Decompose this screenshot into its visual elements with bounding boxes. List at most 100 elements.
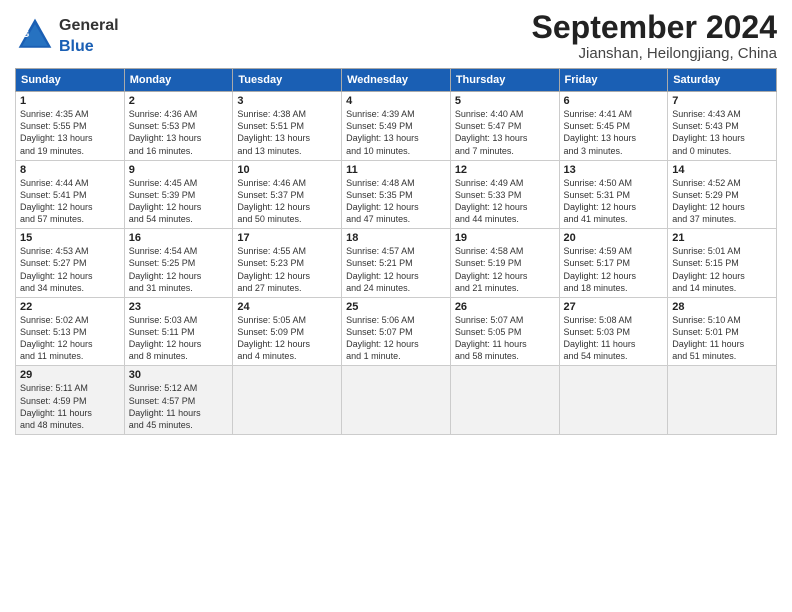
day-info: Sunrise: 4:52 AM Sunset: 5:29 PM Dayligh… <box>672 177 772 226</box>
day-number: 14 <box>672 164 772 176</box>
day-info: Sunrise: 4:36 AM Sunset: 5:53 PM Dayligh… <box>129 108 229 157</box>
day-info: Sunrise: 4:53 AM Sunset: 5:27 PM Dayligh… <box>20 245 120 294</box>
day-info: Sunrise: 4:50 AM Sunset: 5:31 PM Dayligh… <box>564 177 664 226</box>
logo: G General Blue <box>15 14 119 56</box>
day-number: 8 <box>20 164 120 176</box>
table-row: 8Sunrise: 4:44 AM Sunset: 5:41 PM Daylig… <box>16 160 125 229</box>
table-row: 3Sunrise: 4:38 AM Sunset: 5:51 PM Daylig… <box>233 92 342 161</box>
table-row: 9Sunrise: 4:45 AM Sunset: 5:39 PM Daylig… <box>124 160 233 229</box>
day-info: Sunrise: 4:46 AM Sunset: 5:37 PM Dayligh… <box>237 177 337 226</box>
table-row: 18Sunrise: 4:57 AM Sunset: 5:21 PM Dayli… <box>342 229 451 298</box>
day-number: 23 <box>129 301 229 313</box>
table-row: 19Sunrise: 4:58 AM Sunset: 5:19 PM Dayli… <box>450 229 559 298</box>
day-info: Sunrise: 5:05 AM Sunset: 5:09 PM Dayligh… <box>237 314 337 363</box>
day-info: Sunrise: 4:49 AM Sunset: 5:33 PM Dayligh… <box>455 177 555 226</box>
day-number: 27 <box>564 301 664 313</box>
table-row: 7Sunrise: 4:43 AM Sunset: 5:43 PM Daylig… <box>668 92 777 161</box>
table-row: 5Sunrise: 4:40 AM Sunset: 5:47 PM Daylig… <box>450 92 559 161</box>
table-row: 24Sunrise: 5:05 AM Sunset: 5:09 PM Dayli… <box>233 297 342 366</box>
day-number: 18 <box>346 232 446 244</box>
table-row: 11Sunrise: 4:48 AM Sunset: 5:35 PM Dayli… <box>342 160 451 229</box>
day-info: Sunrise: 4:35 AM Sunset: 5:55 PM Dayligh… <box>20 108 120 157</box>
page: G General Blue September 2024 Jianshan, … <box>0 0 792 612</box>
day-info: Sunrise: 5:03 AM Sunset: 5:11 PM Dayligh… <box>129 314 229 363</box>
day-number: 28 <box>672 301 772 313</box>
table-row: 14Sunrise: 4:52 AM Sunset: 5:29 PM Dayli… <box>668 160 777 229</box>
header-thursday: Thursday <box>450 69 559 92</box>
header-monday: Monday <box>124 69 233 92</box>
table-row: 26Sunrise: 5:07 AM Sunset: 5:05 PM Dayli… <box>450 297 559 366</box>
day-info: Sunrise: 4:44 AM Sunset: 5:41 PM Dayligh… <box>20 177 120 226</box>
table-row: 30Sunrise: 5:12 AM Sunset: 4:57 PM Dayli… <box>124 366 233 435</box>
day-info: Sunrise: 4:40 AM Sunset: 5:47 PM Dayligh… <box>455 108 555 157</box>
table-row: 25Sunrise: 5:06 AM Sunset: 5:07 PM Dayli… <box>342 297 451 366</box>
day-number: 26 <box>455 301 555 313</box>
day-info: Sunrise: 4:57 AM Sunset: 5:21 PM Dayligh… <box>346 245 446 294</box>
day-info: Sunrise: 5:11 AM Sunset: 4:59 PM Dayligh… <box>20 382 120 431</box>
day-number: 25 <box>346 301 446 313</box>
day-number: 17 <box>237 232 337 244</box>
day-number: 9 <box>129 164 229 176</box>
day-number: 7 <box>672 95 772 107</box>
table-row: 16Sunrise: 4:54 AM Sunset: 5:25 PM Dayli… <box>124 229 233 298</box>
table-row: 27Sunrise: 5:08 AM Sunset: 5:03 PM Dayli… <box>559 297 668 366</box>
day-number: 22 <box>20 301 120 313</box>
logo-blue: Blue <box>59 38 94 55</box>
svg-text:G: G <box>22 29 29 39</box>
weekday-header-row: Sunday Monday Tuesday Wednesday Thursday… <box>16 69 777 92</box>
day-info: Sunrise: 4:58 AM Sunset: 5:19 PM Dayligh… <box>455 245 555 294</box>
location: Jianshan, Heilongjiang, China <box>532 45 777 62</box>
header-tuesday: Tuesday <box>233 69 342 92</box>
day-number: 15 <box>20 232 120 244</box>
day-number: 12 <box>455 164 555 176</box>
table-row <box>233 366 342 435</box>
logo-general: General <box>59 17 119 34</box>
day-number: 24 <box>237 301 337 313</box>
table-row: 13Sunrise: 4:50 AM Sunset: 5:31 PM Dayli… <box>559 160 668 229</box>
calendar-table: Sunday Monday Tuesday Wednesday Thursday… <box>15 68 777 435</box>
day-info: Sunrise: 4:41 AM Sunset: 5:45 PM Dayligh… <box>564 108 664 157</box>
table-row: 10Sunrise: 4:46 AM Sunset: 5:37 PM Dayli… <box>233 160 342 229</box>
day-number: 6 <box>564 95 664 107</box>
table-row: 17Sunrise: 4:55 AM Sunset: 5:23 PM Dayli… <box>233 229 342 298</box>
table-row: 6Sunrise: 4:41 AM Sunset: 5:45 PM Daylig… <box>559 92 668 161</box>
day-info: Sunrise: 5:10 AM Sunset: 5:01 PM Dayligh… <box>672 314 772 363</box>
day-info: Sunrise: 4:43 AM Sunset: 5:43 PM Dayligh… <box>672 108 772 157</box>
header-sunday: Sunday <box>16 69 125 92</box>
table-row: 20Sunrise: 4:59 AM Sunset: 5:17 PM Dayli… <box>559 229 668 298</box>
header-wednesday: Wednesday <box>342 69 451 92</box>
day-number: 10 <box>237 164 337 176</box>
day-info: Sunrise: 5:02 AM Sunset: 5:13 PM Dayligh… <box>20 314 120 363</box>
table-row: 4Sunrise: 4:39 AM Sunset: 5:49 PM Daylig… <box>342 92 451 161</box>
day-number: 4 <box>346 95 446 107</box>
table-row: 22Sunrise: 5:02 AM Sunset: 5:13 PM Dayli… <box>16 297 125 366</box>
day-number: 30 <box>129 369 229 381</box>
table-row: 12Sunrise: 4:49 AM Sunset: 5:33 PM Dayli… <box>450 160 559 229</box>
table-row <box>450 366 559 435</box>
day-number: 21 <box>672 232 772 244</box>
day-info: Sunrise: 5:07 AM Sunset: 5:05 PM Dayligh… <box>455 314 555 363</box>
table-row: 23Sunrise: 5:03 AM Sunset: 5:11 PM Dayli… <box>124 297 233 366</box>
table-row <box>342 366 451 435</box>
day-info: Sunrise: 5:08 AM Sunset: 5:03 PM Dayligh… <box>564 314 664 363</box>
table-row: 21Sunrise: 5:01 AM Sunset: 5:15 PM Dayli… <box>668 229 777 298</box>
day-info: Sunrise: 5:12 AM Sunset: 4:57 PM Dayligh… <box>129 382 229 431</box>
logo-icon: G <box>15 15 55 55</box>
table-row <box>668 366 777 435</box>
day-number: 13 <box>564 164 664 176</box>
title-block: September 2024 Jianshan, Heilongjiang, C… <box>532 10 777 62</box>
day-info: Sunrise: 4:54 AM Sunset: 5:25 PM Dayligh… <box>129 245 229 294</box>
day-number: 19 <box>455 232 555 244</box>
day-number: 11 <box>346 164 446 176</box>
day-number: 16 <box>129 232 229 244</box>
day-info: Sunrise: 5:06 AM Sunset: 5:07 PM Dayligh… <box>346 314 446 363</box>
day-info: Sunrise: 4:55 AM Sunset: 5:23 PM Dayligh… <box>237 245 337 294</box>
day-number: 1 <box>20 95 120 107</box>
table-row: 15Sunrise: 4:53 AM Sunset: 5:27 PM Dayli… <box>16 229 125 298</box>
day-info: Sunrise: 4:59 AM Sunset: 5:17 PM Dayligh… <box>564 245 664 294</box>
header-friday: Friday <box>559 69 668 92</box>
day-number: 5 <box>455 95 555 107</box>
table-row: 28Sunrise: 5:10 AM Sunset: 5:01 PM Dayli… <box>668 297 777 366</box>
day-number: 2 <box>129 95 229 107</box>
day-number: 3 <box>237 95 337 107</box>
